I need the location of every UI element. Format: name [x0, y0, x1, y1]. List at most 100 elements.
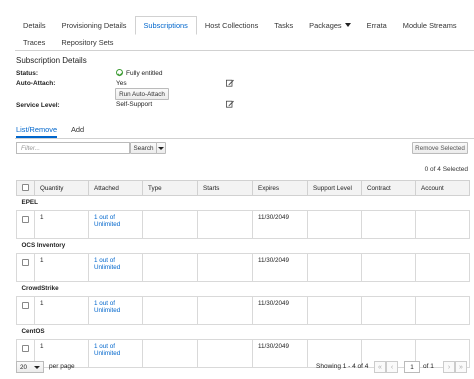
attached-link-line-1[interactable]: 1 out of: [94, 214, 137, 221]
subtab-add[interactable]: Add: [71, 125, 84, 134]
chevron-down-icon: [158, 146, 164, 150]
account-cell: [415, 296, 470, 325]
edit-icon[interactable]: [226, 100, 234, 108]
attached-link-line-2[interactable]: Unlimited: [94, 350, 137, 357]
attached-cell[interactable]: 1 out of Unlimited: [88, 210, 143, 239]
column-header[interactable]: Quantity: [34, 180, 89, 196]
first-page-icon[interactable]: «: [374, 361, 386, 373]
tab-traces[interactable]: Traces: [15, 33, 53, 51]
per-page-select[interactable]: 20: [16, 361, 44, 373]
support-level-cell: [307, 296, 362, 325]
type-cell: [142, 253, 198, 282]
check-circle-icon: [116, 69, 123, 76]
support-level-cell: [307, 253, 362, 282]
select-all-cell: [16, 180, 35, 196]
page-input[interactable]: 1: [404, 361, 420, 373]
expires-cell: 11/30/2049: [252, 210, 308, 239]
tab-row-2: Traces Repository Sets: [15, 33, 121, 51]
column-header[interactable]: Support Level: [307, 180, 362, 196]
service-level-value: Self-Support: [116, 101, 153, 108]
tab-packages[interactable]: Packages: [301, 16, 358, 34]
support-level-cell: [307, 210, 362, 239]
type-cell: [142, 296, 198, 325]
row-select-cell: [16, 210, 35, 239]
quantity-cell: 1: [34, 210, 89, 239]
per-page-label: per page: [49, 363, 75, 370]
attached-link-line-1[interactable]: 1 out of: [94, 343, 137, 350]
starts-cell: [197, 210, 253, 239]
row-select-cell: [16, 253, 35, 282]
auto-attach-value: Yes: [116, 80, 127, 87]
column-header[interactable]: Expires: [252, 180, 308, 196]
quantity-cell: 1: [34, 296, 89, 325]
row-checkbox[interactable]: [22, 216, 29, 223]
account-cell: [415, 253, 470, 282]
table-header: Quantity Attached Type Starts Expires Su…: [16, 180, 470, 196]
chevron-down-icon: [344, 23, 351, 27]
group-row: EPEL: [16, 195, 470, 211]
column-header[interactable]: Attached: [88, 180, 143, 196]
attached-link-line-2[interactable]: Unlimited: [94, 307, 137, 314]
row-checkbox[interactable]: [22, 259, 29, 266]
pagination-bar: 20 per page Showing 1 - 4 of 4 « ‹ 1 of …: [16, 359, 470, 377]
expires-cell: 11/30/2049: [252, 253, 308, 282]
subtab-list-remove[interactable]: List/Remove: [16, 125, 58, 138]
tab-subscriptions[interactable]: Subscriptions: [134, 15, 197, 35]
search-options-button[interactable]: [156, 142, 166, 154]
tab-repository-sets[interactable]: Repository Sets: [53, 33, 121, 51]
remove-selected-button[interactable]: Remove Selected: [412, 142, 468, 154]
tab-host-collections[interactable]: Host Collections: [197, 16, 266, 34]
group-name: OCS Inventory: [16, 238, 470, 254]
quantity-cell: 1: [34, 253, 89, 282]
table-row: 1 1 out of Unlimited 11/30/2049: [16, 253, 470, 282]
contract-cell: [361, 253, 416, 282]
attached-cell[interactable]: 1 out of Unlimited: [88, 296, 143, 325]
tab-row-1: Details Provisioning Details Subscriptio…: [15, 15, 465, 35]
group-row: CrowdStrike: [16, 281, 470, 297]
table-row: 1 1 out of Unlimited 11/30/2049: [16, 210, 470, 239]
tab-tasks[interactable]: Tasks: [266, 16, 301, 34]
group-row: OCS Inventory: [16, 238, 470, 254]
selected-count: 0 of 4 Selected: [424, 166, 468, 173]
attached-link-line-1[interactable]: 1 out of: [94, 257, 137, 264]
column-header[interactable]: Starts: [197, 180, 253, 196]
attached-link-line-2[interactable]: Unlimited: [94, 221, 137, 228]
tab-errata[interactable]: Errata: [359, 16, 395, 34]
column-header[interactable]: Type: [142, 180, 198, 196]
section-title: Subscription Details: [16, 56, 87, 65]
type-cell: [142, 210, 198, 239]
subscriptions-table: Quantity Attached Type Starts Expires Su…: [16, 180, 470, 368]
edit-icon[interactable]: [226, 79, 234, 87]
auto-attach-label: Auto-Attach:: [16, 80, 56, 87]
starts-cell: [197, 296, 253, 325]
next-page-icon[interactable]: ›: [443, 361, 455, 373]
filter-input[interactable]: Filter...: [16, 142, 130, 154]
chevron-down-icon: [34, 366, 40, 369]
tab-module-streams[interactable]: Module Streams: [395, 16, 465, 34]
row-select-cell: [16, 296, 35, 325]
service-level-label: Service Level:: [16, 102, 60, 109]
tab-packages-label: Packages: [309, 20, 342, 30]
status-value: Fully entitled: [116, 69, 163, 77]
column-header[interactable]: Contract: [361, 180, 416, 196]
row-checkbox[interactable]: [22, 302, 29, 309]
tab-details[interactable]: Details: [15, 16, 54, 34]
status-text: Fully entitled: [126, 70, 163, 77]
group-row: CentOS: [16, 324, 470, 340]
starts-cell: [197, 253, 253, 282]
attached-link-line-2[interactable]: Unlimited: [94, 264, 137, 271]
account-cell: [415, 210, 470, 239]
row-checkbox[interactable]: [22, 345, 29, 352]
select-all-checkbox[interactable]: [22, 183, 29, 191]
attached-link-line-1[interactable]: 1 out of: [94, 300, 137, 307]
group-name: EPEL: [16, 195, 470, 211]
column-header[interactable]: Account: [415, 180, 470, 196]
last-page-icon[interactable]: »: [455, 361, 467, 373]
search-button[interactable]: Search: [130, 142, 157, 154]
tab-provisioning-details[interactable]: Provisioning Details: [54, 16, 135, 34]
status-label: Status:: [16, 70, 39, 77]
run-auto-attach-button[interactable]: Run Auto-Attach: [115, 88, 169, 100]
page-total: of 1: [423, 363, 434, 370]
attached-cell[interactable]: 1 out of Unlimited: [88, 253, 143, 282]
prev-page-icon[interactable]: ‹: [386, 361, 398, 373]
